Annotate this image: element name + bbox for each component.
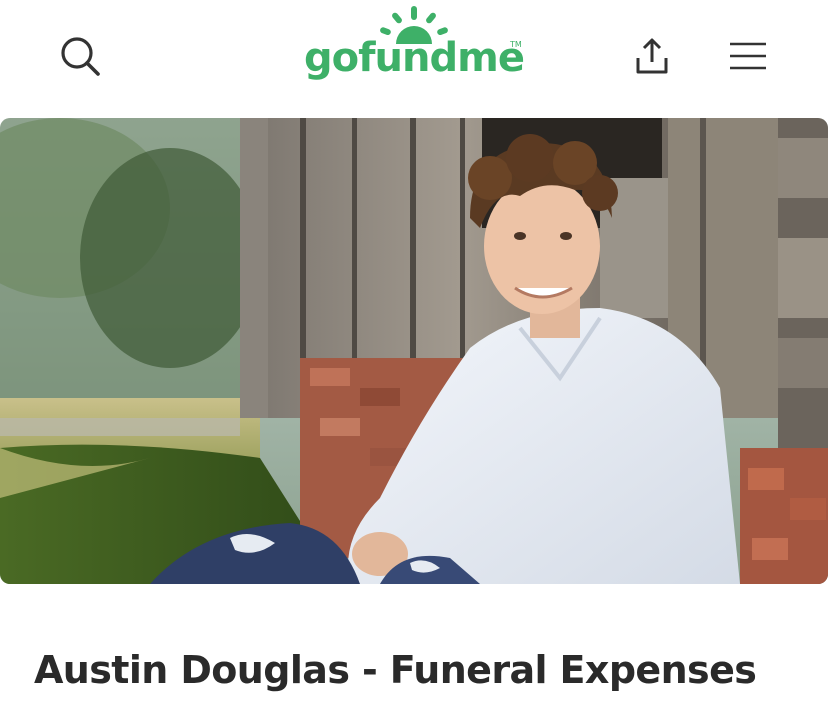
gofundme-logo[interactable]: gofundme TM — [300, 6, 528, 96]
campaign-hero-image — [0, 118, 828, 584]
share-icon — [636, 38, 668, 74]
hero-photo — [0, 118, 828, 584]
top-nav-bar: gofundme TM — [0, 0, 828, 110]
logo-trademark: TM — [510, 40, 522, 49]
hamburger-menu-icon — [730, 42, 766, 70]
search-icon — [61, 37, 100, 76]
share-button[interactable] — [624, 28, 680, 84]
menu-button[interactable] — [720, 28, 776, 84]
campaign-title: Austin Douglas - Funeral Expenses — [34, 648, 757, 692]
logo-wordmark: gofundme — [304, 35, 525, 81]
search-button[interactable] — [52, 28, 108, 84]
